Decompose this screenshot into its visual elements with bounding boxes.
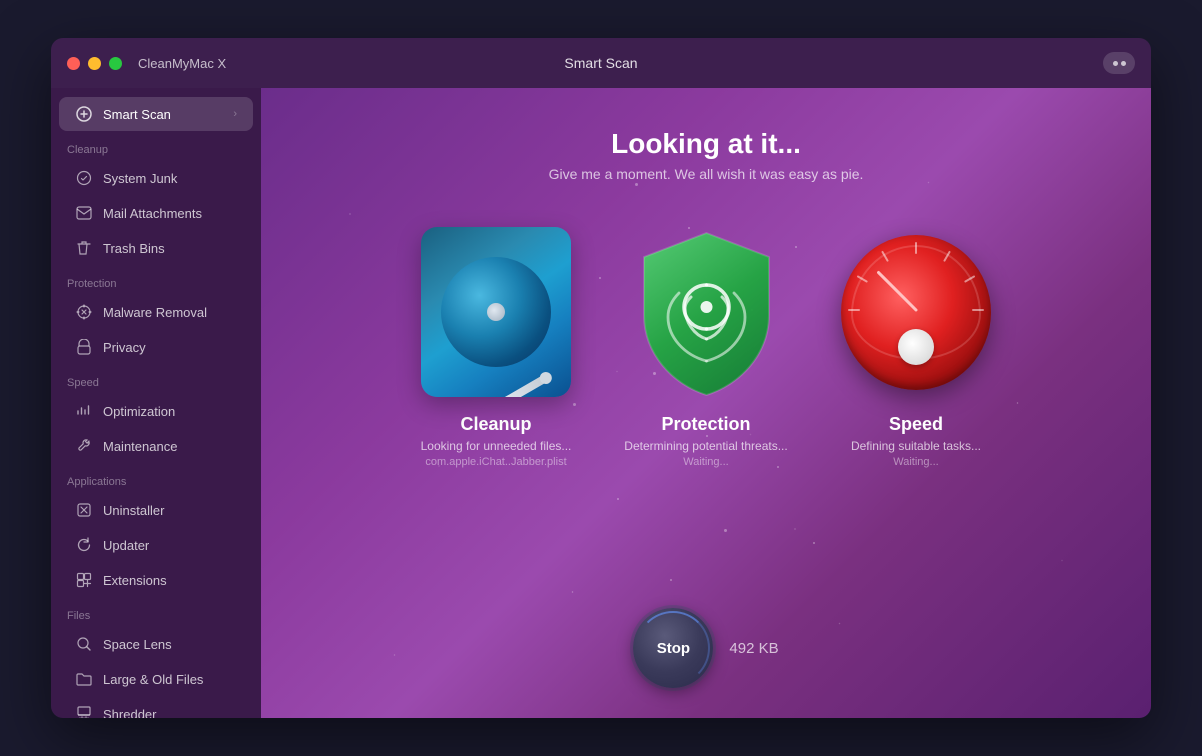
- sidebar-item-smart-scan[interactable]: Smart Scan ›: [59, 97, 253, 131]
- sidebar-item-label: Smart Scan: [103, 107, 171, 122]
- main-subtext: Give me a moment. We all wish it was eas…: [549, 166, 864, 182]
- sidebar-item-large-old-files[interactable]: Large & Old Files: [59, 662, 253, 696]
- section-label-applications: Applications: [51, 464, 261, 492]
- protection-desc: Determining potential threats...: [624, 439, 787, 453]
- scan-size: 492 KB: [729, 640, 778, 657]
- more-options-button[interactable]: [1103, 52, 1135, 74]
- sidebar-item-updater[interactable]: Updater: [59, 528, 253, 562]
- smart-scan-icon: [75, 105, 93, 123]
- sidebar-item-label: Maintenance: [103, 439, 177, 454]
- sidebar-item-mail-attachments[interactable]: Mail Attachments: [59, 196, 253, 230]
- app-window: CleanMyMac X Smart Scan Smart Scan ›: [51, 38, 1151, 718]
- speed-title: Speed: [889, 414, 943, 435]
- optimization-icon: [75, 402, 93, 420]
- sidebar-item-label: Uninstaller: [103, 503, 164, 518]
- window-title: Smart Scan: [564, 55, 637, 71]
- speed-sub: Waiting...: [893, 456, 938, 468]
- speed-icon-wrap: [836, 222, 996, 402]
- sidebar-item-label: Shredder: [103, 707, 156, 719]
- sidebar-item-label: Malware Removal: [103, 305, 207, 320]
- hdd-arm: [501, 372, 553, 397]
- sidebar-item-extensions[interactable]: Extensions: [59, 563, 253, 597]
- sidebar-item-uninstaller[interactable]: Uninstaller: [59, 493, 253, 527]
- sidebar-item-label: Updater: [103, 538, 149, 553]
- sidebar-item-maintenance[interactable]: Maintenance: [59, 429, 253, 463]
- main-heading: Looking at it...: [611, 128, 801, 160]
- cleanup-icon-wrap: [416, 222, 576, 402]
- titlebar: CleanMyMac X Smart Scan: [51, 38, 1151, 88]
- mail-icon: [75, 204, 93, 222]
- main-content: Looking at it... Give me a moment. We al…: [261, 88, 1151, 718]
- sidebar-item-space-lens[interactable]: Space Lens: [59, 627, 253, 661]
- section-label-cleanup: Cleanup: [51, 132, 261, 160]
- sidebar-item-malware-removal[interactable]: Malware Removal: [59, 295, 253, 329]
- stop-button[interactable]: Stop: [633, 608, 713, 688]
- sidebar-item-label: Privacy: [103, 340, 146, 355]
- section-label-files: Files: [51, 598, 261, 626]
- shredder-icon: [75, 705, 93, 718]
- close-button[interactable]: [67, 57, 80, 70]
- maintenance-icon: [75, 437, 93, 455]
- cleanup-desc: Looking for unneeded files...: [421, 439, 572, 453]
- sidebar-item-label: Trash Bins: [103, 241, 165, 256]
- malware-icon: [75, 303, 93, 321]
- content-area: Smart Scan › Cleanup System Junk: [51, 88, 1151, 718]
- cards-row: Cleanup Looking for unneeded files... co…: [406, 222, 1006, 468]
- traffic-lights: [67, 57, 122, 70]
- sidebar-item-privacy[interactable]: Privacy: [59, 330, 253, 364]
- app-name: CleanMyMac X: [138, 56, 226, 71]
- section-label-protection: Protection: [51, 266, 261, 294]
- hdd-disk: [441, 257, 551, 367]
- dot-icon: [1113, 61, 1118, 66]
- sidebar-item-system-junk[interactable]: System Junk: [59, 161, 253, 195]
- system-junk-icon: [75, 169, 93, 187]
- cleanup-title: Cleanup: [460, 414, 531, 435]
- sidebar-item-shredder[interactable]: Shredder: [59, 697, 253, 718]
- minimize-button[interactable]: [88, 57, 101, 70]
- sidebar: Smart Scan › Cleanup System Junk: [51, 88, 261, 718]
- protection-icon-wrap: [626, 222, 786, 402]
- protection-sub: Waiting...: [683, 456, 728, 468]
- space-lens-icon: [75, 635, 93, 653]
- section-label-speed: Speed: [51, 365, 261, 393]
- sidebar-item-optimization[interactable]: Optimization: [59, 394, 253, 428]
- sidebar-item-label: System Junk: [103, 171, 177, 186]
- cleanup-card: Cleanup Looking for unneeded files... co…: [406, 222, 586, 468]
- speed-desc: Defining suitable tasks...: [851, 439, 981, 453]
- maximize-button[interactable]: [109, 57, 122, 70]
- protection-title: Protection: [661, 414, 750, 435]
- updater-icon: [75, 536, 93, 554]
- privacy-icon: [75, 338, 93, 356]
- uninstaller-icon: [75, 501, 93, 519]
- gauge-icon: [841, 235, 991, 390]
- cleanup-sub: com.apple.iChat..Jabber.plist: [425, 456, 566, 468]
- sidebar-item-label: Extensions: [103, 573, 167, 588]
- speed-card: Speed Defining suitable tasks... Waiting…: [826, 222, 1006, 468]
- trash-icon: [75, 239, 93, 257]
- protection-card: Protection Determining potential threats…: [616, 222, 796, 468]
- sidebar-item-label: Large & Old Files: [103, 672, 203, 687]
- stop-row: Stop 492 KB: [633, 608, 778, 688]
- dot-icon: [1121, 61, 1126, 66]
- sidebar-item-label: Optimization: [103, 404, 175, 419]
- sidebar-item-trash-bins[interactable]: Trash Bins: [59, 231, 253, 265]
- gauge-center: [898, 329, 934, 365]
- extensions-icon: [75, 571, 93, 589]
- folder-icon: [75, 670, 93, 688]
- sidebar-item-arrow-icon: ›: [233, 108, 237, 120]
- hdd-icon: [421, 227, 571, 397]
- sidebar-item-label: Mail Attachments: [103, 206, 202, 221]
- sidebar-item-label: Space Lens: [103, 637, 172, 652]
- shield-icon: [629, 225, 784, 400]
